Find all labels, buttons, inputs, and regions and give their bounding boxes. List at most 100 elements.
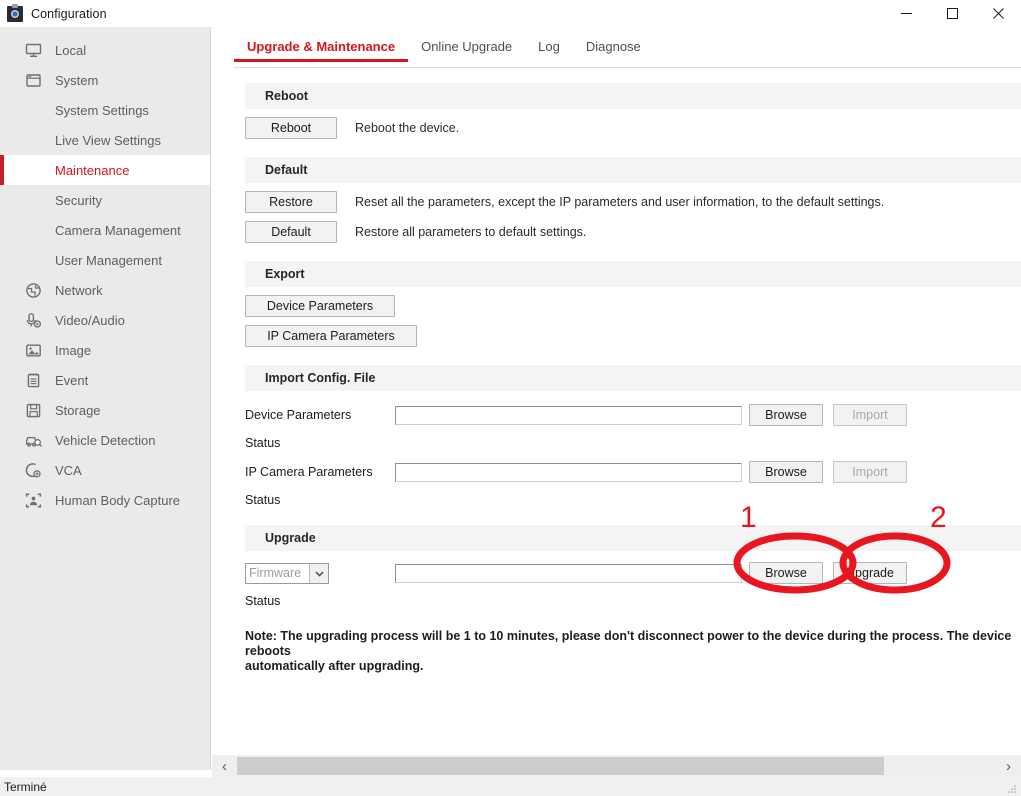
import-device-parameters-label: Device Parameters xyxy=(245,408,352,422)
sidebar-item-label: Local xyxy=(55,42,87,58)
export-device-params-row: Device Parameters xyxy=(245,295,1021,317)
sidebar-item-label: Vehicle Detection xyxy=(55,432,156,448)
upgrade-row: Firmware Browse Upgrade xyxy=(245,562,1021,584)
restore-description: Reset all the parameters, except the IP … xyxy=(355,195,885,209)
monitor-icon xyxy=(22,39,44,61)
sidebar-item-event[interactable]: Event xyxy=(0,365,210,395)
scroll-left-arrow-icon[interactable]: ‹ xyxy=(212,755,237,777)
import-device-parameters-import-button[interactable]: Import xyxy=(833,404,907,426)
upgrade-browse-button[interactable]: Browse xyxy=(749,562,823,584)
close-icon[interactable] xyxy=(975,0,1021,27)
sidebar-item-network[interactable]: Network xyxy=(0,275,210,305)
upgrade-status: Status xyxy=(245,594,281,608)
clipboard-icon xyxy=(22,369,44,391)
globe-icon xyxy=(22,279,44,301)
sidebar-item-video-audio[interactable]: Video/Audio xyxy=(0,305,210,335)
title-bar: Configuration xyxy=(0,0,1021,27)
sidebar-item-user-management[interactable]: User Management xyxy=(0,245,210,275)
section-header-import-config-file: Import Config. File xyxy=(245,365,1021,391)
sidebar-item-label: System xyxy=(55,72,99,88)
maximize-icon[interactable] xyxy=(929,0,975,27)
tab-upgrade-maintenance[interactable]: Upgrade & Maintenance xyxy=(234,39,409,62)
sidebar-item-vehicle-detection[interactable]: Vehicle Detection xyxy=(0,425,210,455)
sidebar-item-label: Image xyxy=(55,342,92,358)
content-area: Upgrade & Maintenance Online Upgrade Log… xyxy=(212,27,1021,750)
picture-icon xyxy=(22,339,44,361)
sidebar-item-label: Camera Management xyxy=(55,222,181,238)
sidebar-item-live-view-settings[interactable]: Live View Settings xyxy=(0,125,210,155)
window-title: Configuration xyxy=(31,6,107,21)
default-description: Restore all parameters to default settin… xyxy=(355,225,587,239)
maintenance-panel: Reboot Reboot Reboot the device. Default… xyxy=(212,68,1021,674)
reboot-row: Reboot Reboot the device. xyxy=(245,117,1021,139)
scroll-right-arrow-icon[interactable]: › xyxy=(996,755,1021,777)
configuration-window: Configuration Local System System Settin… xyxy=(0,0,1021,796)
window-icon xyxy=(22,69,44,91)
import-device-parameters-browse-button[interactable]: Browse xyxy=(749,404,823,426)
import-ip-camera-parameters-import-button[interactable]: Import xyxy=(833,461,907,483)
sidebar-item-system[interactable]: System xyxy=(0,65,210,95)
car-search-icon xyxy=(22,429,44,451)
import-device-parameters-input[interactable] xyxy=(395,405,742,425)
import-device-parameters-row: Device Parameters Browse Import xyxy=(245,404,1021,426)
tab-diagnose[interactable]: Diagnose xyxy=(573,39,654,62)
default-button[interactable]: Default xyxy=(245,221,337,243)
sidebar-item-vca[interactable]: VCA xyxy=(0,455,210,485)
import-ip-camera-parameters-status: Status xyxy=(245,493,281,507)
section-header-upgrade: Upgrade xyxy=(245,525,1021,551)
import-ip-camera-parameters-browse-button[interactable]: Browse xyxy=(749,461,823,483)
default-row: Default Restore all parameters to defaul… xyxy=(245,221,1021,243)
upgrade-type-value: Firmware xyxy=(249,566,302,580)
section-header-reboot: Reboot xyxy=(245,83,1021,109)
status-bar: Terminé xyxy=(0,777,1021,796)
sidebar-item-label: User Management xyxy=(55,252,162,268)
import-ip-camera-parameters-row: IP Camera Parameters Browse Import xyxy=(245,461,1021,483)
upgrade-upgrade-button[interactable]: Upgrade xyxy=(833,562,907,584)
import-ip-camera-parameters-label: IP Camera Parameters xyxy=(245,465,373,479)
sidebar-item-human-body-capture[interactable]: Human Body Capture xyxy=(0,485,210,515)
reboot-button[interactable]: Reboot xyxy=(245,117,337,139)
reboot-description: Reboot the device. xyxy=(355,121,460,135)
restore-button[interactable]: Restore xyxy=(245,191,337,213)
scrollbar-thumb[interactable] xyxy=(237,757,884,775)
sidebar-item-label: Human Body Capture xyxy=(55,492,181,508)
import-ip-camera-parameters-input[interactable] xyxy=(395,462,742,482)
resize-grip-icon[interactable] xyxy=(1006,782,1018,794)
scrollbar-track[interactable] xyxy=(237,755,996,777)
status-bar-text: Terminé xyxy=(4,779,47,794)
sidebar-item-local[interactable]: Local xyxy=(0,35,210,65)
sidebar-item-storage[interactable]: Storage xyxy=(0,395,210,425)
sidebar-item-label: VCA xyxy=(55,462,82,478)
tab-log[interactable]: Log xyxy=(525,39,573,62)
upgrade-type-select[interactable]: Firmware xyxy=(245,562,329,584)
sidebar-item-label: Event xyxy=(55,372,89,388)
sidebar: Local System System Settings Live View S… xyxy=(0,27,211,770)
vca-icon xyxy=(22,459,44,481)
section-header-default: Default xyxy=(245,157,1021,183)
export-ip-camera-params-row: IP Camera Parameters xyxy=(245,325,1021,347)
upgrade-file-input[interactable] xyxy=(395,563,742,583)
floppy-disk-icon xyxy=(22,399,44,421)
tab-online-upgrade[interactable]: Online Upgrade xyxy=(408,39,525,62)
horizontal-scrollbar[interactable]: ‹ › xyxy=(212,755,1021,777)
upgrade-note: Note: The upgrading process will be 1 to… xyxy=(245,629,1012,673)
sidebar-item-camera-management[interactable]: Camera Management xyxy=(0,215,210,245)
sidebar-item-label: Maintenance xyxy=(55,162,130,178)
export-device-parameters-button[interactable]: Device Parameters xyxy=(245,295,395,317)
microphone-icon xyxy=(22,309,44,331)
sidebar-item-system-settings[interactable]: System Settings xyxy=(0,95,210,125)
restore-row: Restore Reset all the parameters, except… xyxy=(245,191,1021,213)
minimize-icon[interactable] xyxy=(883,0,929,27)
sidebar-item-label: Video/Audio xyxy=(55,312,125,328)
tab-bar: Upgrade & Maintenance Online Upgrade Log… xyxy=(212,39,1021,68)
sidebar-item-image[interactable]: Image xyxy=(0,335,210,365)
export-ip-camera-parameters-button[interactable]: IP Camera Parameters xyxy=(245,325,417,347)
camera-icon xyxy=(7,3,23,22)
sidebar-item-security[interactable]: Security xyxy=(0,185,210,215)
sidebar-item-maintenance[interactable]: Maintenance xyxy=(0,155,210,185)
sidebar-item-label: Security xyxy=(55,192,102,208)
chevron-down-icon xyxy=(309,563,328,583)
section-header-export: Export xyxy=(245,261,1021,287)
person-frame-icon xyxy=(22,489,44,511)
sidebar-item-label: Live View Settings xyxy=(55,132,161,148)
